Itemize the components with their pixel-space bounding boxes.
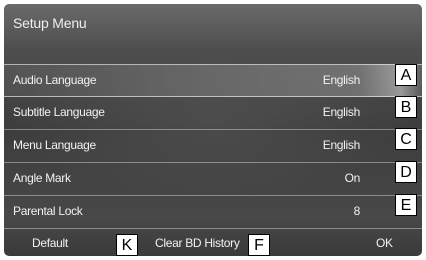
settings-list: Audio Language English Subtitle Language…: [4, 64, 422, 229]
row-label: Menu Language: [13, 138, 96, 152]
row-label: Parental Lock: [13, 204, 83, 218]
setup-menu-screen: Setup Menu Audio Language English Subtit…: [4, 4, 422, 256]
row-value: 8: [353, 204, 361, 218]
row-audio-language[interactable]: Audio Language English: [4, 64, 422, 97]
row-value: English: [322, 105, 361, 119]
bottom-bar: Default Clear BD History OK: [4, 232, 422, 256]
default-button[interactable]: Default: [32, 236, 68, 250]
row-value: On: [344, 171, 361, 185]
row-label: Audio Language: [13, 73, 97, 87]
row-value: English: [322, 138, 361, 152]
row-subtitle-language[interactable]: Subtitle Language English: [4, 97, 422, 130]
callout-label-k: K: [116, 234, 138, 256]
callout-label-c: C: [395, 128, 417, 150]
callout-label-f: F: [248, 234, 270, 256]
callout-label-a: A: [395, 64, 417, 86]
row-menu-language[interactable]: Menu Language English: [4, 130, 422, 163]
row-value: English: [322, 73, 361, 87]
callout-label-b: B: [395, 96, 417, 118]
callout-label-e: E: [395, 194, 417, 216]
row-label: Angle Mark: [13, 171, 71, 185]
ok-button[interactable]: OK: [376, 236, 393, 250]
row-parental-lock[interactable]: Parental Lock 8: [4, 196, 422, 229]
row-label: Subtitle Language: [13, 105, 105, 119]
row-angle-mark[interactable]: Angle Mark On: [4, 163, 422, 196]
callout-label-d: D: [395, 161, 417, 183]
page-title: Setup Menu: [13, 15, 87, 31]
clear-bd-history-button[interactable]: Clear BD History: [155, 236, 240, 250]
